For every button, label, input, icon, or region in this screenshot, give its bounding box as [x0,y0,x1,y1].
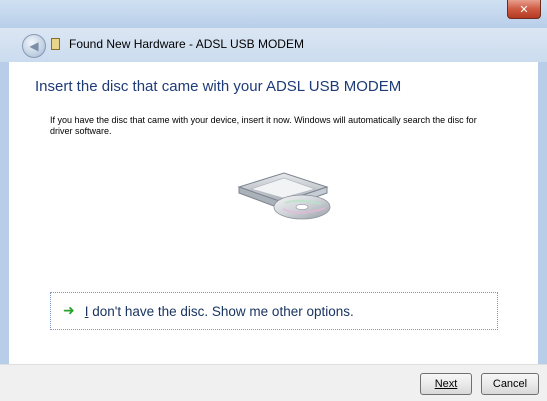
close-button[interactable]: ✕ [507,0,541,19]
found-new-hardware-dialog: ✕ ◀ Found New Hardware - ADSL USB MODEM … [0,0,547,401]
hardware-device-icon [51,38,60,50]
cancel-button[interactable]: Cancel [481,373,539,395]
page-heading: Insert the disc that came with your ADSL… [35,78,402,95]
back-button[interactable]: ◀ [22,34,46,58]
description-text: If you have the disc that came with your… [50,115,477,136]
window-title: Found New Hardware - ADSL USB MODEM [69,37,304,51]
dialog-footer: Next Cancel [0,364,547,401]
disc-drive-icon [237,172,331,220]
next-button-label: Next [434,378,458,390]
no-disc-option[interactable]: ➜ I don't have the disc. Show me other o… [50,292,498,330]
cancel-button-label: Cancel [492,378,528,390]
next-button[interactable]: Next [420,373,472,395]
no-disc-option-label: I don't have the disc. Show me other opt… [85,304,354,319]
green-arrow-icon: ➜ [63,303,75,319]
content-area: Insert the disc that came with your ADSL… [0,62,547,364]
back-arrow-icon: ◀ [29,39,39,53]
option-text: don't have the disc. Show me other optio… [88,303,354,319]
close-icon: ✕ [519,2,529,16]
